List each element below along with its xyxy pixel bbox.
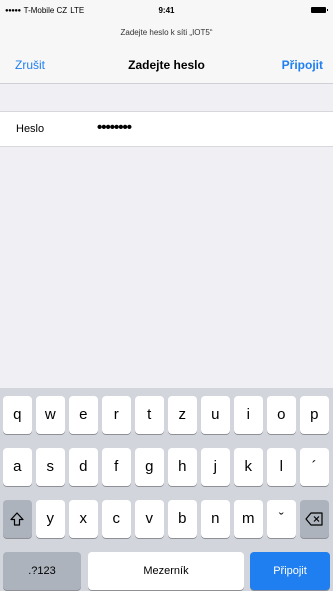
- key-caron[interactable]: ˇ: [267, 500, 296, 538]
- key-a[interactable]: a: [3, 448, 32, 486]
- key-z[interactable]: z: [168, 396, 197, 434]
- key-x-label: x: [79, 510, 88, 527]
- key-t[interactable]: t: [135, 396, 164, 434]
- space-key-label: Mezerník: [143, 565, 189, 577]
- key-m-label: m: [242, 510, 255, 527]
- numbers-key-label: .?123: [28, 565, 56, 577]
- key-acute[interactable]: ´: [300, 448, 329, 486]
- key-a-label: a: [13, 458, 22, 475]
- key-x[interactable]: x: [69, 500, 98, 538]
- key-u-label: u: [211, 406, 220, 423]
- numbers-key[interactable]: .?123: [3, 552, 81, 590]
- key-s[interactable]: s: [36, 448, 65, 486]
- key-t-label: t: [147, 406, 152, 423]
- key-caron-label: ˇ: [278, 510, 284, 527]
- clock: 9:41: [158, 6, 175, 15]
- key-d-label: d: [79, 458, 88, 475]
- key-e-label: e: [79, 406, 88, 423]
- key-k-label: k: [244, 458, 253, 475]
- key-v-label: v: [145, 510, 154, 527]
- keyboard: q w e r t z u i o p a s d f g h j k l ´ y x c v b n m ˇ .?123 Mezerní…: [0, 388, 333, 591]
- key-g[interactable]: g: [135, 448, 164, 486]
- key-d[interactable]: d: [69, 448, 98, 486]
- key-z-label: z: [178, 406, 187, 423]
- key-i[interactable]: i: [234, 396, 263, 434]
- key-s-label: s: [46, 458, 55, 475]
- shift-key[interactable]: [3, 500, 32, 538]
- key-q[interactable]: q: [3, 396, 32, 434]
- key-c[interactable]: c: [102, 500, 131, 538]
- key-g-label: g: [145, 458, 154, 475]
- key-w[interactable]: w: [36, 396, 65, 434]
- key-n[interactable]: n: [201, 500, 230, 538]
- key-j[interactable]: j: [201, 448, 230, 486]
- key-e[interactable]: e: [69, 396, 98, 434]
- key-y[interactable]: y: [36, 500, 65, 538]
- battery-icon: [311, 7, 328, 13]
- join-key[interactable]: Připojit: [250, 552, 330, 590]
- key-f[interactable]: f: [102, 448, 131, 486]
- key-f-label: f: [114, 458, 119, 475]
- space-key[interactable]: Mezerník: [88, 552, 244, 590]
- key-h[interactable]: h: [168, 448, 197, 486]
- key-p[interactable]: p: [300, 396, 329, 434]
- key-o-label: o: [277, 406, 286, 423]
- key-acute-label: ´: [311, 458, 317, 475]
- key-q-label: q: [13, 406, 22, 423]
- join-key-label: Připojit: [273, 565, 307, 577]
- key-y-label: y: [46, 510, 55, 527]
- key-v[interactable]: v: [135, 500, 164, 538]
- navigation-bar: Zadejte heslo k síti „IOT5“ Zrušit Zadej…: [0, 20, 333, 84]
- key-i-label: i: [246, 406, 250, 423]
- key-c-label: c: [112, 510, 121, 527]
- network-prompt: Zadejte heslo k síti „IOT5“: [120, 28, 213, 37]
- password-field[interactable]: ••••••••: [97, 119, 132, 136]
- key-l-label: l: [279, 458, 283, 475]
- key-l[interactable]: l: [267, 448, 296, 486]
- password-label: Heslo: [16, 123, 45, 135]
- key-b[interactable]: b: [168, 500, 197, 538]
- key-o[interactable]: o: [267, 396, 296, 434]
- key-p-label: p: [310, 406, 319, 423]
- delete-key[interactable]: [300, 500, 329, 538]
- backspace-icon: [305, 512, 323, 526]
- key-r-label: r: [113, 406, 119, 423]
- key-k[interactable]: k: [234, 448, 263, 486]
- status-bar: ●●●●● T-Mobile CZ LTE 9:41: [0, 0, 333, 20]
- key-n-label: n: [211, 510, 220, 527]
- key-h-label: h: [178, 458, 187, 475]
- shift-icon: [10, 512, 24, 526]
- key-w-label: w: [44, 406, 56, 423]
- key-j-label: j: [213, 458, 217, 475]
- key-r[interactable]: r: [102, 396, 131, 434]
- join-button[interactable]: Připojit: [282, 58, 323, 72]
- key-m[interactable]: m: [234, 500, 263, 538]
- key-u[interactable]: u: [201, 396, 230, 434]
- key-b-label: b: [178, 510, 187, 527]
- password-row[interactable]: Heslo ••••••••: [0, 111, 333, 147]
